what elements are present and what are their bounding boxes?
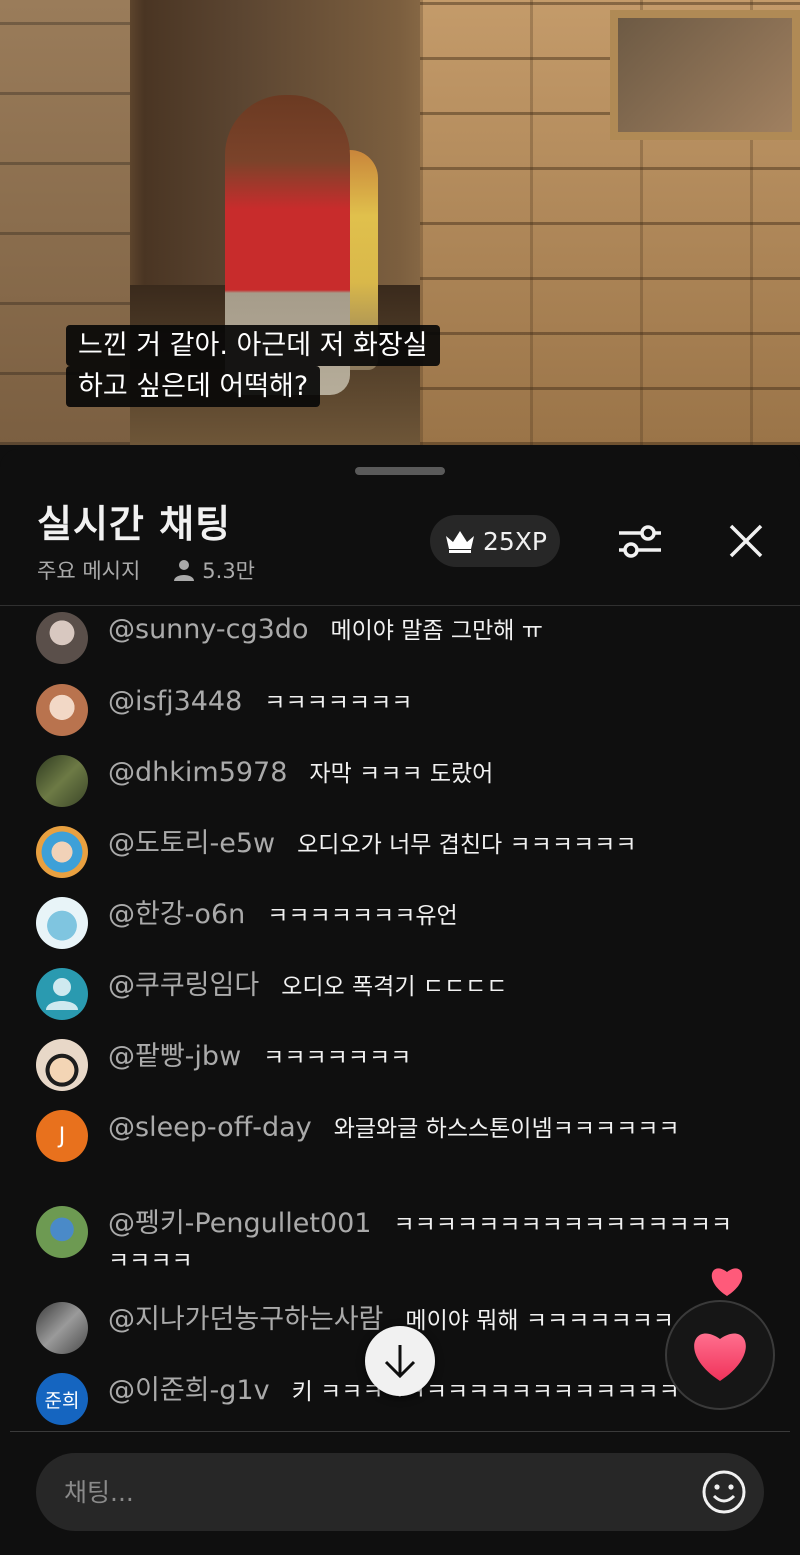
subtitle-line: 하고 싶은데 어떡해?: [66, 366, 321, 407]
avatar[interactable]: [36, 897, 88, 949]
video-player[interactable]: 느낀 거 같아. 아근데 저 화장실 하고 싶은데 어떡해?: [0, 0, 800, 445]
chat-input-bar: [36, 1453, 764, 1531]
scroll-to-bottom-button[interactable]: [365, 1326, 435, 1396]
viewer-count: 5.3만: [172, 555, 255, 585]
avatar[interactable]: [36, 612, 88, 664]
message-author[interactable]: @도토리-e5w: [108, 828, 275, 859]
panel-title: 실시간 채팅: [37, 502, 232, 546]
heart-icon: [711, 1268, 743, 1296]
chat-settings-button[interactable]: [612, 517, 668, 565]
floating-heart: [708, 1264, 746, 1302]
message-author[interactable]: @펭키-Pengullet001: [108, 1208, 371, 1239]
chat-message: @펭키-Pengullet001 ㅋㅋㅋㅋㅋㅋㅋㅋㅋㅋㅋㅋㅋㅋㅋㅋㅋㅋㅋㅋ: [36, 1206, 756, 1279]
live-chat-panel: 실시간 채팅 주요 메시지 5.3만 25XP @sunny-cg3do 메이야…: [0, 449, 800, 1555]
emoji-button[interactable]: [700, 1468, 748, 1516]
message-text: 오디오 폭격기 ㄷㄷㄷㄷ: [281, 974, 508, 1000]
chat-message: @한강-o6n ㅋㅋㅋㅋㅋㅋㅋ유언: [36, 897, 756, 949]
avatar[interactable]: J: [36, 1110, 88, 1162]
message-author[interactable]: @한강-o6n: [108, 899, 245, 930]
avatar[interactable]: [36, 755, 88, 807]
message-text: 와글와글 하스스톤이넴ㅋㅋㅋㅋㅋㅋ: [333, 1116, 680, 1142]
chat-message: @팥빵-jbw ㅋㅋㅋㅋㅋㅋㅋ: [36, 1039, 756, 1091]
avatar-initial: J: [58, 1123, 66, 1149]
drag-handle[interactable]: [355, 467, 445, 475]
chat-mode-label[interactable]: 주요 메시지: [37, 555, 140, 585]
message-text: 오디오가 너무 겹친다 ㅋㅋㅋㅋㅋㅋ: [297, 832, 637, 858]
message-author[interactable]: @이준희-g1v: [108, 1375, 270, 1406]
xp-label: 25XP: [482, 526, 547, 556]
chat-message: @isfj3448 ㅋㅋㅋㅋㅋㅋㅋ: [36, 684, 756, 736]
chat-message-list[interactable]: @sunny-cg3do 메이야 말좀 그만해 ㅠ @isfj3448 ㅋㅋㅋㅋㅋㅋ…: [0, 606, 800, 1429]
message-text: ㅋㅋㅋㅋㅋㅋㅋ: [263, 1045, 412, 1071]
message-text: 메이야 뭐해 ㅋㅋㅋㅋㅋㅋㅋ: [405, 1308, 674, 1334]
chat-mode-row: 주요 메시지 5.3만: [37, 555, 255, 585]
chat-message: @sunny-cg3do 메이야 말좀 그만해 ㅠ: [36, 612, 756, 664]
avatar[interactable]: [36, 1302, 88, 1354]
avatar[interactable]: [36, 1039, 88, 1091]
xp-button[interactable]: 25XP: [430, 515, 560, 567]
avatar[interactable]: 준희: [36, 1373, 88, 1425]
message-text: ㅋㅋㅋㅋㅋㅋㅋ유언: [267, 903, 458, 929]
avatar[interactable]: [36, 684, 88, 736]
crown-icon: [445, 531, 474, 553]
send-heart-button[interactable]: [665, 1300, 775, 1410]
avatar[interactable]: [36, 1206, 88, 1258]
emoji-icon: [702, 1470, 746, 1514]
arrow-down-icon: [384, 1345, 416, 1379]
message-author[interactable]: @지나가던농구하는사람: [108, 1304, 383, 1335]
close-button[interactable]: [722, 517, 770, 565]
message-author[interactable]: @쿠쿠링임다: [108, 970, 259, 1001]
subtitle-box: 느낀 거 같아. 아근데 저 화장실 하고 싶은데 어떡해?: [66, 325, 440, 407]
message-text: 자막 ㅋㅋㅋ 도랐어: [309, 761, 494, 787]
chat-message: J @sleep-off-day 와글와글 하스스톤이넴ㅋㅋㅋㅋㅋㅋ: [36, 1110, 756, 1162]
video-scene-picture-frame: [610, 10, 800, 140]
message-author[interactable]: @dhkim5978: [108, 757, 287, 788]
message-author[interactable]: @sleep-off-day: [108, 1112, 312, 1143]
viewer-count-value: 5.3만: [202, 559, 255, 583]
message-text: 메이야 말좀 그만해 ㅠ: [330, 618, 543, 644]
chat-message: @dhkim5978 자막 ㅋㅋㅋ 도랐어: [36, 755, 756, 807]
chat-message: @쿠쿠링임다 오디오 폭격기 ㄷㄷㄷㄷ: [36, 968, 756, 1020]
message-author[interactable]: @isfj3448: [108, 686, 242, 717]
sliders-icon: [619, 525, 661, 558]
avatar[interactable]: [36, 968, 88, 1020]
message-author[interactable]: @sunny-cg3do: [108, 614, 308, 645]
message-text: ㅋㅋㅋㅋㅋㅋㅋ: [264, 690, 413, 716]
subtitle-line: 느낀 거 같아. 아근데 저 화장실: [66, 325, 440, 366]
message-author[interactable]: @팥빵-jbw: [108, 1041, 241, 1072]
chat-input[interactable]: [64, 1477, 684, 1507]
person-icon: [174, 560, 195, 581]
default-avatar-icon: [46, 978, 78, 1010]
avatar[interactable]: [36, 826, 88, 878]
heart-icon: [694, 1333, 746, 1381]
close-icon: [729, 524, 763, 558]
message-text: 키 ㅋㅋㅋㅋㅋㅋㅋㅋㅋㅋㅋㅋㅋㅋㅋㅋㅋ: [291, 1379, 680, 1405]
avatar-initial: 준희: [44, 1389, 80, 1412]
input-divider: [10, 1431, 790, 1432]
chat-message: @도토리-e5w 오디오가 너무 겹친다 ㅋㅋㅋㅋㅋㅋ: [36, 826, 756, 878]
